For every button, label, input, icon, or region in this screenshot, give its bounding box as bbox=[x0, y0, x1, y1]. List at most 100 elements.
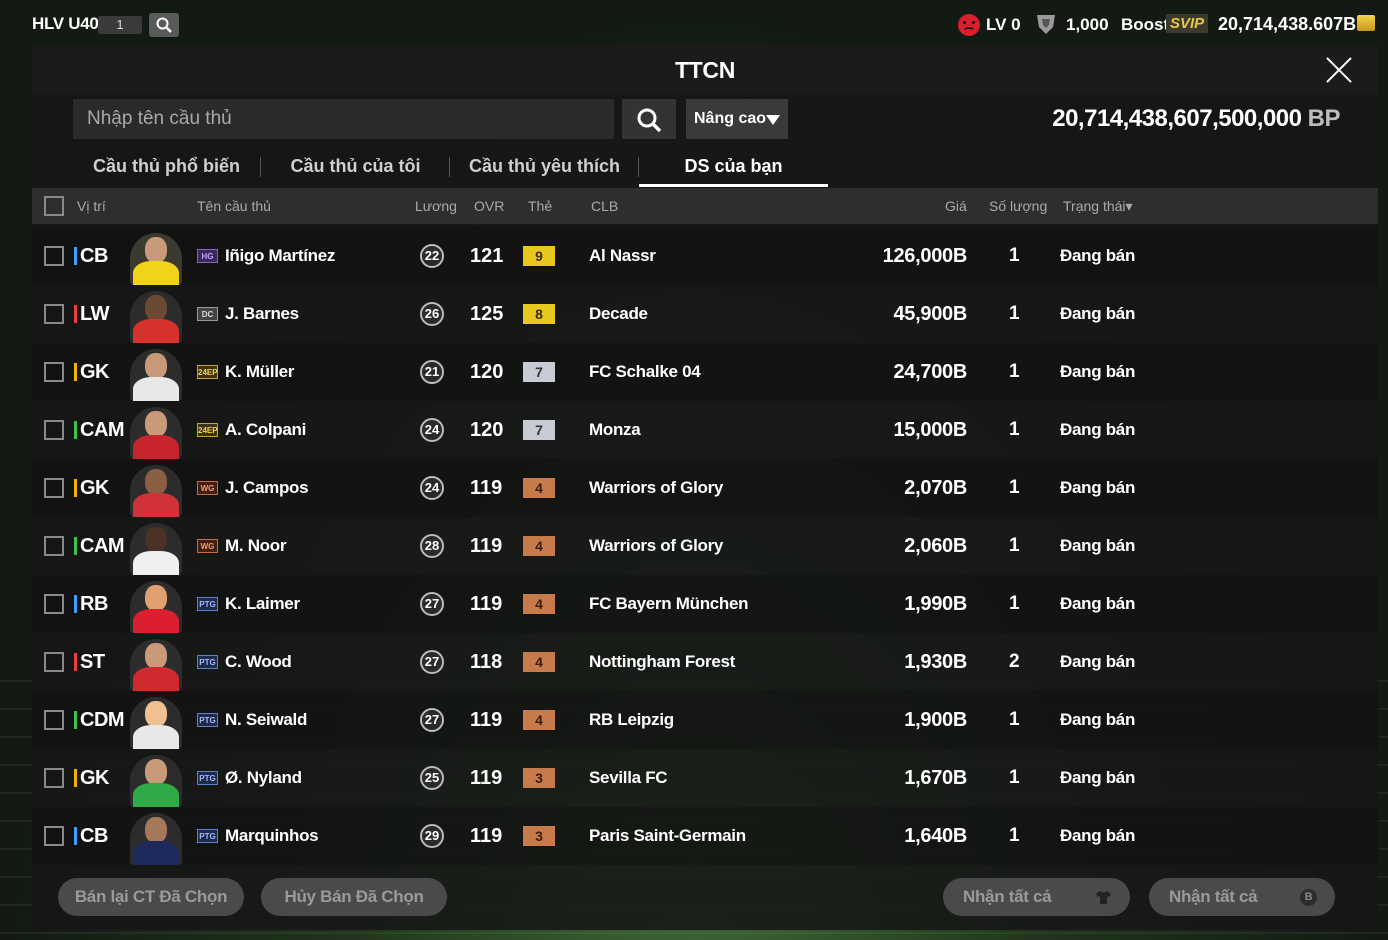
advanced-filter-dropdown[interactable]: Nâng cao bbox=[686, 99, 788, 139]
row-checkbox[interactable] bbox=[44, 536, 64, 556]
season-badge: 24EP bbox=[197, 365, 218, 379]
table-row[interactable]: ST PTG C. Wood 27 118 4 Nottingham Fores… bbox=[32, 633, 1378, 691]
player-price: 24,700B bbox=[893, 361, 967, 383]
player-ovr: 119 bbox=[470, 709, 503, 731]
wage-badge: 27 bbox=[420, 650, 444, 674]
resell-selected-button[interactable]: Bán lại CT Đã Chọn bbox=[58, 878, 244, 916]
col-position[interactable]: Vị trí bbox=[77, 198, 106, 214]
player-position: GK bbox=[80, 767, 110, 789]
player-quantity: 1 bbox=[1009, 825, 1020, 846]
receive-all-bp-button[interactable]: Nhận tất cả B bbox=[1149, 878, 1335, 916]
bp-total: 20,714,438,607,500,000 BP bbox=[1052, 105, 1340, 133]
player-ovr: 125 bbox=[470, 303, 504, 325]
card-level-badge: 3 bbox=[523, 826, 555, 846]
level-face-icon bbox=[958, 14, 980, 36]
card-level-badge: 9 bbox=[523, 246, 555, 266]
receive-all-button[interactable]: Nhận tất cả bbox=[943, 878, 1130, 916]
player-position: GK bbox=[80, 361, 110, 383]
wage-badge: 24 bbox=[420, 476, 444, 500]
player-ovr: 120 bbox=[470, 419, 504, 441]
player-quantity: 1 bbox=[1009, 709, 1020, 730]
player-photo bbox=[130, 755, 182, 807]
top-search-button[interactable] bbox=[149, 13, 179, 37]
season-badge: 24EP bbox=[197, 423, 218, 437]
table-row[interactable]: CAM WG M. Noor 28 119 4 Warriors of Glor… bbox=[32, 517, 1378, 575]
player-price: 1,900B bbox=[904, 709, 967, 731]
player-search-input[interactable] bbox=[73, 99, 614, 139]
col-card-level[interactable]: Thẻ bbox=[528, 198, 552, 214]
position-color-bar bbox=[74, 595, 77, 613]
row-checkbox[interactable] bbox=[44, 420, 64, 440]
col-status[interactable]: Trạng thái▾ bbox=[1063, 198, 1133, 215]
position-color-bar bbox=[74, 363, 77, 381]
tab-my-players[interactable]: Cầu thủ của tôi bbox=[261, 145, 450, 187]
player-name: A. Colpani bbox=[225, 420, 307, 439]
table-row[interactable]: CB PTG Marquinhos 29 119 3 Paris Saint-G… bbox=[32, 807, 1378, 865]
position-color-bar bbox=[74, 305, 77, 323]
row-checkbox[interactable] bbox=[44, 478, 64, 498]
wage-badge: 24 bbox=[420, 418, 444, 442]
row-checkbox[interactable] bbox=[44, 710, 64, 730]
table-row[interactable]: GK 24EP K. Müller 21 120 7 FC Schalke 04… bbox=[32, 343, 1378, 401]
player-position: CDM bbox=[80, 709, 125, 731]
row-checkbox[interactable] bbox=[44, 826, 64, 846]
card-level-badge: 4 bbox=[523, 536, 555, 556]
listing-status: Đang bán bbox=[1060, 768, 1136, 787]
tab-your-list[interactable]: DS của bạn bbox=[639, 145, 828, 187]
player-position: RB bbox=[80, 593, 108, 615]
position-color-bar bbox=[74, 711, 77, 729]
col-wage[interactable]: Lương bbox=[415, 198, 457, 214]
row-checkbox[interactable] bbox=[44, 768, 64, 788]
player-club: Paris Saint-Germain bbox=[589, 826, 746, 845]
col-price[interactable]: Giá bbox=[945, 198, 967, 214]
search-button[interactable] bbox=[622, 99, 676, 139]
player-photo bbox=[130, 291, 182, 343]
player-name: M. Noor bbox=[225, 536, 287, 555]
player-club: Monza bbox=[589, 420, 641, 439]
player-quantity: 1 bbox=[1009, 245, 1020, 266]
col-club[interactable]: CLB bbox=[591, 198, 618, 214]
player-club: FC Bayern München bbox=[589, 594, 749, 613]
player-position: ST bbox=[80, 651, 105, 673]
player-position: CB bbox=[80, 245, 108, 267]
player-quantity: 1 bbox=[1009, 303, 1020, 324]
shield-cup-icon bbox=[1037, 15, 1055, 34]
cancel-selected-sale-button[interactable]: Hủy Bán Đã Chọn bbox=[261, 878, 447, 916]
position-color-bar bbox=[74, 479, 77, 497]
select-all-checkbox[interactable] bbox=[44, 196, 64, 216]
table-row[interactable]: GK WG J. Campos 24 119 4 Warriors of Glo… bbox=[32, 459, 1378, 517]
tab-favorite-players[interactable]: Cầu thủ yêu thích bbox=[450, 145, 639, 187]
row-checkbox[interactable] bbox=[44, 362, 64, 382]
player-name: Ø. Nyland bbox=[225, 768, 302, 787]
table-row[interactable]: GK PTG Ø. Nyland 25 119 3 Sevilla FC 1,6… bbox=[32, 749, 1378, 807]
player-price: 126,000B bbox=[882, 245, 968, 267]
table-row[interactable]: LW DC J. Barnes 26 125 8 Decade 45,900B … bbox=[32, 285, 1378, 343]
player-name: C. Wood bbox=[225, 652, 292, 671]
table-row[interactable]: CAM 24EP A. Colpani 24 120 7 Monza 15,00… bbox=[32, 401, 1378, 459]
wage-badge: 29 bbox=[420, 824, 444, 848]
card-level-badge: 4 bbox=[523, 478, 555, 498]
player-price: 1,670B bbox=[904, 767, 967, 789]
season-badge: PTG bbox=[197, 771, 218, 785]
player-quantity: 2 bbox=[1009, 651, 1020, 672]
coach-name: HLV U40 bbox=[32, 14, 99, 33]
row-checkbox[interactable] bbox=[44, 246, 64, 266]
tab-popular-players[interactable]: Cầu thủ phổ biến bbox=[72, 145, 261, 187]
player-photo bbox=[130, 523, 182, 575]
table-row[interactable]: CDM PTG N. Seiwald 27 119 4 RB Leipzig 1… bbox=[32, 691, 1378, 749]
row-checkbox[interactable] bbox=[44, 652, 64, 672]
table-row[interactable]: CB HG Iñigo Martínez 22 121 9 Al Nassr 1… bbox=[32, 227, 1378, 285]
player-ovr: 119 bbox=[470, 593, 503, 615]
row-checkbox[interactable] bbox=[44, 594, 64, 614]
transfer-market-modal: TTCN Nâng cao 20,714,438,607,500,000 BP … bbox=[32, 45, 1378, 930]
player-photo bbox=[130, 407, 182, 459]
col-player-name[interactable]: Tên cầu thủ bbox=[197, 198, 271, 214]
player-price: 15,000B bbox=[893, 419, 967, 441]
col-quantity[interactable]: Số lượng bbox=[989, 198, 1047, 214]
wage-badge: 27 bbox=[420, 592, 444, 616]
player-club: Sevilla FC bbox=[589, 768, 668, 787]
table-row[interactable]: RB PTG K. Laimer 27 119 4 FC Bayern Münc… bbox=[32, 575, 1378, 633]
close-icon[interactable] bbox=[1324, 55, 1354, 85]
col-ovr[interactable]: OVR bbox=[474, 198, 504, 214]
row-checkbox[interactable] bbox=[44, 304, 64, 324]
